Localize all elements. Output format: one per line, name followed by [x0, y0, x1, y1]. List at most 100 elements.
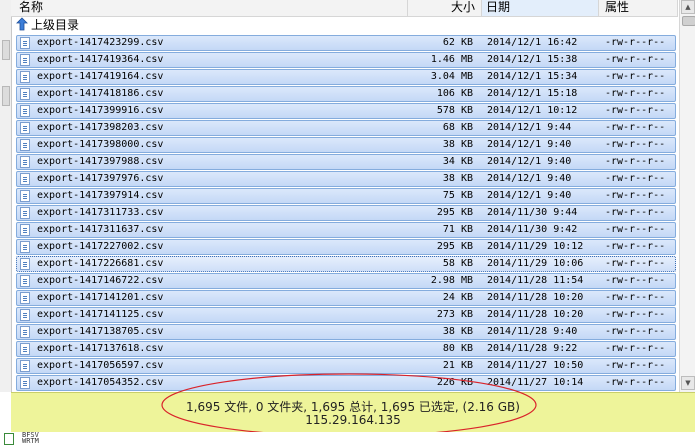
file-row[interactable]: export-1417227002.csv 295 KB 2014/11/29 10…	[16, 239, 676, 255]
file-row[interactable]: export-1417141201.csv 24 KB 2014/11/28 10:…	[16, 290, 676, 306]
file-name: export-1417138705.csv	[37, 326, 164, 337]
file-date: 2014/11/28 11:54	[487, 275, 584, 286]
csv-file-icon	[20, 54, 30, 66]
file-date: 2014/12/1 9:44	[487, 122, 572, 133]
file-permissions: -rw-r--r--	[605, 207, 666, 218]
file-row[interactable]: export-1417399916.csv 578 KB 2014/12/1 10:…	[16, 103, 676, 119]
file-size: 24 KB	[442, 292, 473, 303]
bottom-label: BFSV WRTM	[22, 431, 39, 445]
file-name: export-1417054352.csv	[37, 377, 164, 388]
parent-directory-label: 上级目录	[31, 18, 80, 32]
file-name: export-1417399916.csv	[37, 105, 164, 116]
file-size: 80 KB	[442, 343, 473, 354]
file-row[interactable]: export-1417226681.csv 58 KB 2014/11/29 10:…	[16, 256, 676, 272]
csv-file-icon	[20, 207, 30, 219]
file-permissions: -rw-r--r--	[605, 343, 666, 354]
file-permissions: -rw-r--r--	[605, 173, 666, 184]
file-size: 71 KB	[442, 224, 473, 235]
file-permissions: -rw-r--r--	[605, 241, 666, 252]
left-panel-marker	[2, 86, 10, 106]
scroll-up-button[interactable]: ▲	[681, 0, 695, 14]
file-size: 62 KB	[442, 37, 473, 48]
file-row[interactable]: export-1417397988.csv 34 KB 2014/12/1 9:40…	[16, 154, 676, 170]
file-permissions: -rw-r--r--	[605, 156, 666, 167]
file-permissions: -rw-r--r--	[605, 54, 666, 65]
file-row[interactable]: export-1417398203.csv 68 KB 2014/12/1 9:44…	[16, 120, 676, 136]
file-row[interactable]: export-1417419364.csv 1.46 MB 2014/12/1 15…	[16, 52, 676, 68]
file-permissions: -rw-r--r--	[605, 139, 666, 150]
file-name: export-1417398203.csv	[37, 122, 164, 133]
spreadsheet-icon	[4, 433, 14, 445]
column-date[interactable]: 日期	[482, 0, 599, 16]
file-name: export-1417227002.csv	[37, 241, 164, 252]
file-name: export-1417137618.csv	[37, 343, 164, 354]
file-date: 2014/12/1 15:38	[487, 54, 578, 65]
file-permissions: -rw-r--r--	[605, 37, 666, 48]
csv-file-icon	[20, 139, 30, 151]
file-row[interactable]: export-1417138705.csv 38 KB 2014/11/28 9:4…	[16, 324, 676, 340]
file-size: 38 KB	[442, 139, 473, 150]
file-row[interactable]: export-1417311733.csv 295 KB 2014/11/30 9:…	[16, 205, 676, 221]
csv-file-icon	[20, 377, 30, 389]
file-name: export-1417418186.csv	[37, 88, 164, 99]
file-name: export-1417226681.csv	[37, 258, 164, 269]
file-name: export-1417419164.csv	[37, 71, 164, 82]
file-row[interactable]: export-1417418186.csv 106 KB 2014/12/1 15:…	[16, 86, 676, 102]
scroll-down-button[interactable]: ▼	[681, 376, 695, 390]
file-permissions: -rw-r--r--	[605, 258, 666, 269]
file-name: export-1417311733.csv	[37, 207, 164, 218]
csv-file-icon	[20, 360, 30, 372]
csv-file-icon	[20, 105, 30, 117]
left-panel-edge	[0, 0, 12, 392]
column-permissions[interactable]: 属性	[599, 0, 678, 16]
file-permissions: -rw-r--r--	[605, 105, 666, 116]
file-row[interactable]: export-1417398000.csv 38 KB 2014/12/1 9:40…	[16, 137, 676, 153]
csv-file-icon	[20, 122, 30, 134]
file-date: 2014/11/28 10:20	[487, 309, 584, 320]
file-date: 2014/12/1 9:40	[487, 173, 572, 184]
file-date: 2014/12/1 16:42	[487, 37, 578, 48]
annotation-ellipse	[161, 373, 537, 437]
file-date: 2014/12/1 9:40	[487, 190, 572, 201]
file-name: export-1417141201.csv	[37, 292, 164, 303]
left-panel-marker	[2, 40, 10, 60]
file-row[interactable]: export-1417141125.csv 273 KB 2014/11/28 10…	[16, 307, 676, 323]
file-size: 38 KB	[442, 326, 473, 337]
file-permissions: -rw-r--r--	[605, 360, 666, 371]
file-date: 2014/12/1 15:34	[487, 71, 578, 82]
scroll-thumb[interactable]	[682, 16, 695, 26]
file-name: export-1417419364.csv	[37, 54, 164, 65]
file-row[interactable]: export-1417423299.csv 62 KB 2014/12/1 16:4…	[16, 35, 676, 51]
file-row[interactable]: export-1417397976.csv 38 KB 2014/12/1 9:40…	[16, 171, 676, 187]
vertical-scrollbar[interactable]: ▲ ▼	[679, 0, 695, 392]
file-permissions: -rw-r--r--	[605, 224, 666, 235]
column-name[interactable]: 名称	[11, 0, 408, 16]
file-size: 295 KB	[436, 207, 473, 218]
file-size: 75 KB	[442, 190, 473, 201]
file-permissions: -rw-r--r--	[605, 377, 666, 388]
column-size[interactable]: 大小	[408, 0, 482, 16]
file-size: 68 KB	[442, 122, 473, 133]
file-size: 58 KB	[442, 258, 473, 269]
file-row[interactable]: export-1417419164.csv 3.04 MB 2014/12/1 15…	[16, 69, 676, 85]
file-size: 578 KB	[436, 105, 473, 116]
file-row[interactable]: export-1417137618.csv 80 KB 2014/11/28 9:2…	[16, 341, 676, 357]
file-row[interactable]: export-1417146722.csv 2.98 MB 2014/11/28 1…	[16, 273, 676, 289]
file-date: 2014/12/1 9:40	[487, 156, 572, 167]
parent-directory-row[interactable]: 上级目录	[16, 16, 79, 34]
file-date: 2014/12/1 9:40	[487, 139, 572, 150]
file-name: export-1417056597.csv	[37, 360, 164, 371]
file-size: 2.98 MB	[430, 275, 473, 286]
file-name: export-1417398000.csv	[37, 139, 164, 150]
csv-file-icon	[20, 241, 30, 253]
file-size: 106 KB	[436, 88, 473, 99]
file-size: 3.04 MB	[430, 71, 473, 82]
file-size: 34 KB	[442, 156, 473, 167]
file-permissions: -rw-r--r--	[605, 275, 666, 286]
file-row[interactable]: export-1417311637.csv 71 KB 2014/11/30 9:4…	[16, 222, 676, 238]
file-row[interactable]: export-1417397914.csv 75 KB 2014/12/1 9:40…	[16, 188, 676, 204]
column-header: 名称 大小 日期 属性	[11, 0, 678, 17]
csv-file-icon	[20, 258, 30, 270]
file-size: 295 KB	[436, 241, 473, 252]
csv-file-icon	[20, 224, 30, 236]
